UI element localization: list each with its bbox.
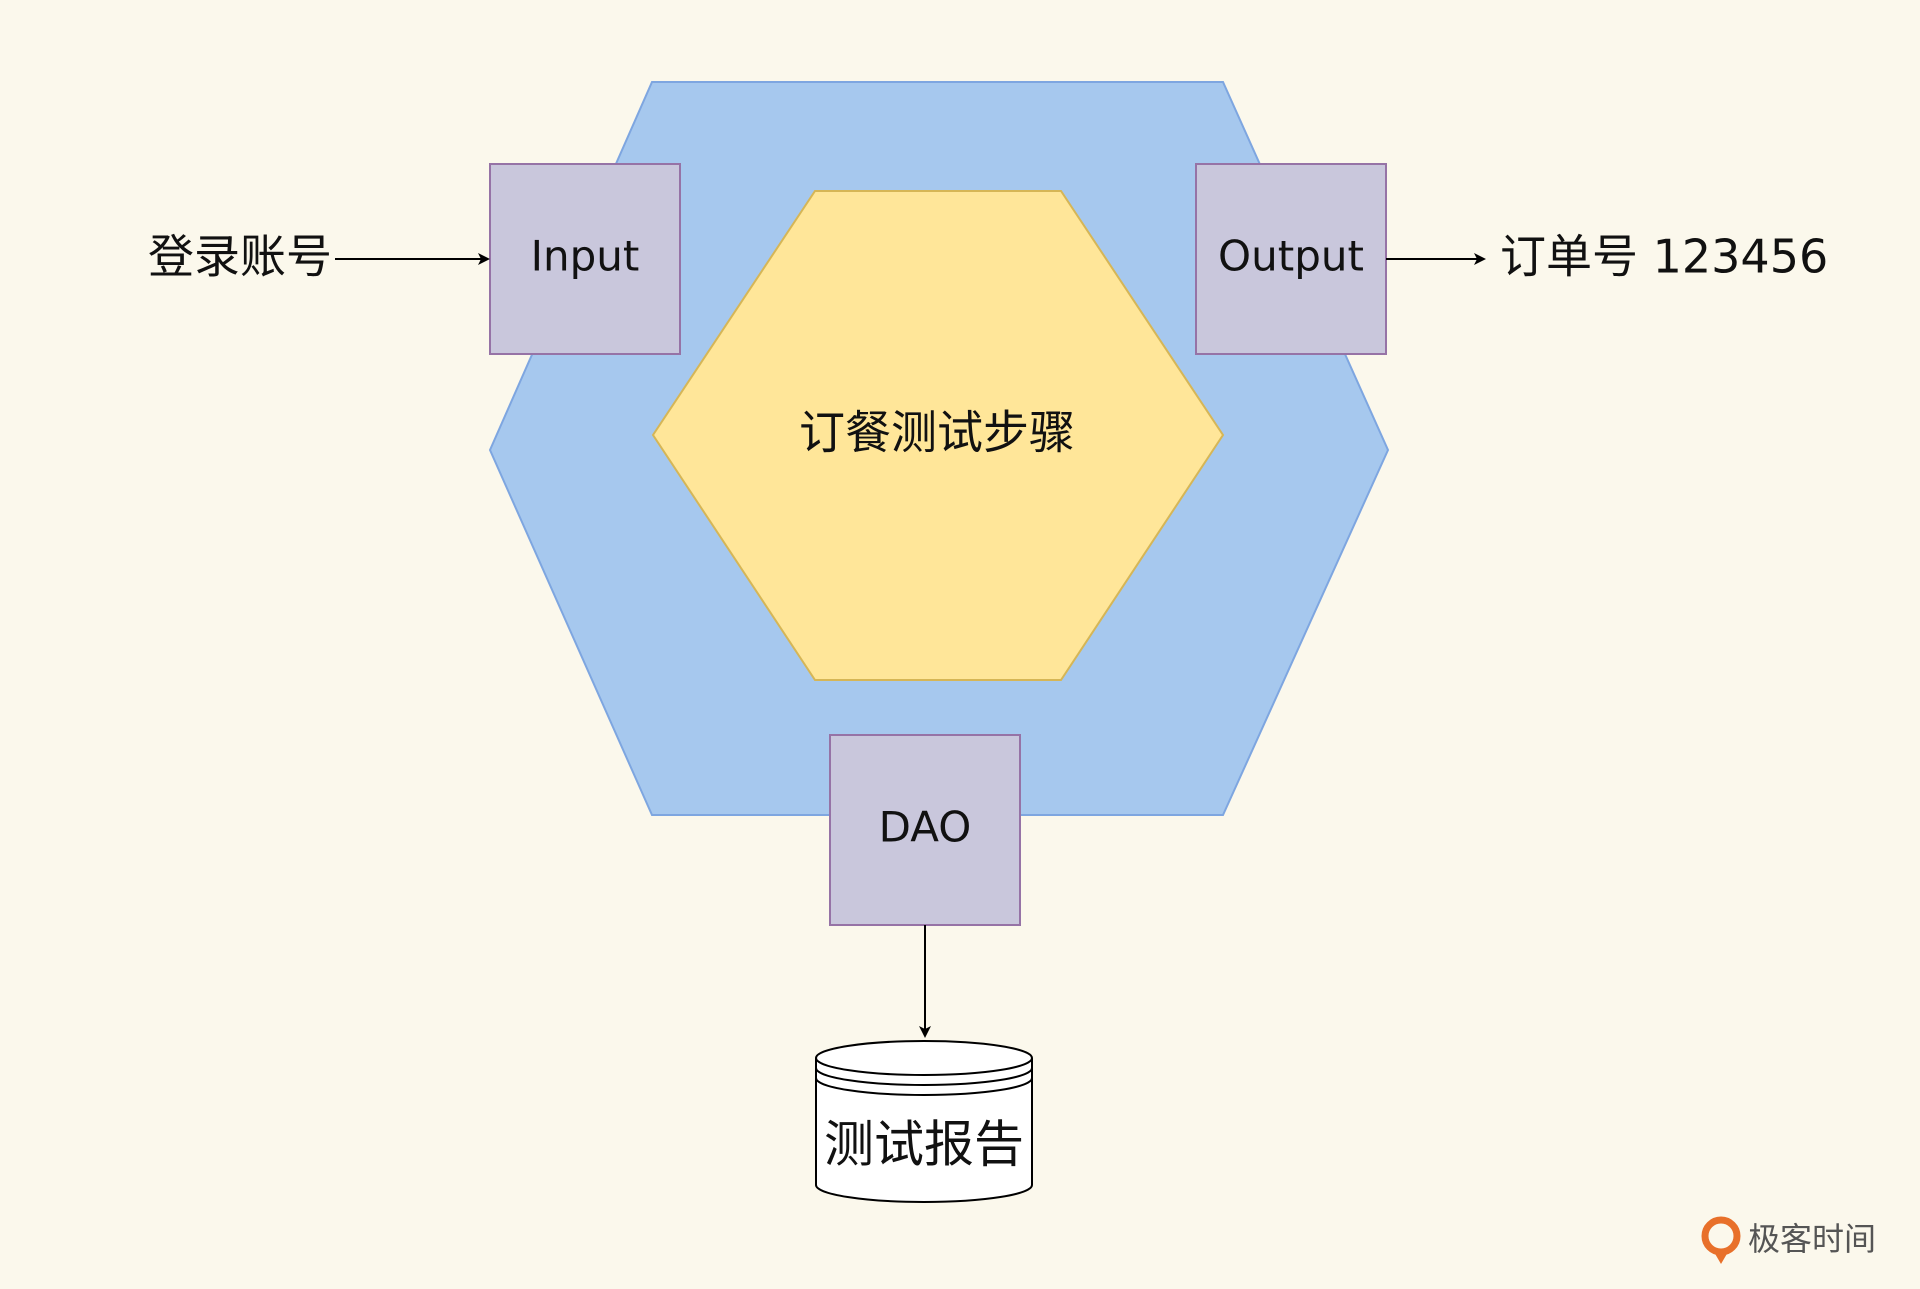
input-port-label: Input xyxy=(531,232,640,281)
result-label: 订单号 123456 xyxy=(1500,230,1828,284)
core-label: 订餐测试步骤 xyxy=(799,406,1075,460)
output-port-label: Output xyxy=(1218,232,1364,281)
architecture-diagram: 订餐测试步骤 Input Output DAO 登录账号 订单号 123456 … xyxy=(148,81,1876,1264)
brand-mark-icon xyxy=(1701,1216,1741,1264)
source-label: 登录账号 xyxy=(148,230,332,284)
brand-logo: 极客时间 xyxy=(1701,1216,1876,1264)
storage-label: 测试报告 xyxy=(824,1116,1024,1174)
dao-port-label: DAO xyxy=(879,803,972,852)
brand-name: 极客时间 xyxy=(1748,1220,1876,1258)
diagram-canvas: 订餐测试步骤 Input Output DAO 登录账号 订单号 123456 … xyxy=(0,0,1920,1285)
